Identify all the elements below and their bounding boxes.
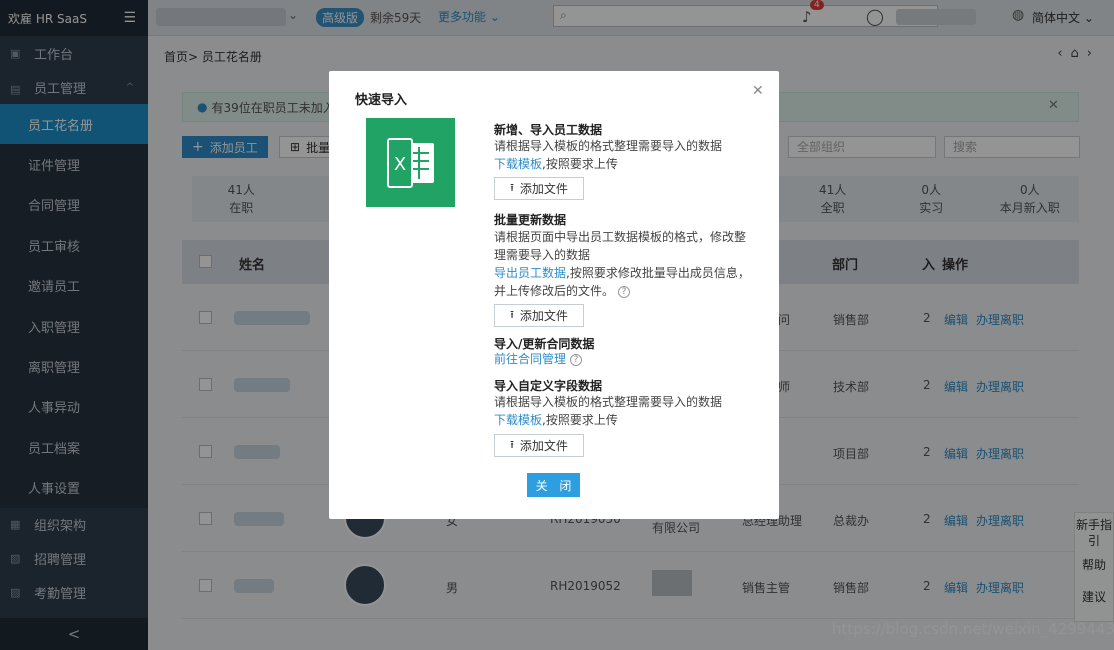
quick-import-modal: 快速导入 ✕ X 新增、导入员工数据 请根据导入模板的格式整理需要导入的数据 下… [329, 71, 779, 519]
section-custom-field-desc: 请根据导入模板的格式整理需要导入的数据 下载模板,按照要求上传 [494, 395, 723, 427]
upload-icon: ⭱ [510, 438, 514, 451]
add-file-button-1[interactable]: ⭱ 添加文件 [494, 177, 584, 200]
excel-icon: X [366, 118, 455, 207]
section-custom-field-title: 导入自定义字段数据 [494, 379, 603, 393]
download-template-link-2[interactable]: 下载模板 [494, 413, 542, 427]
export-data-link[interactable]: 导出员工数据 [494, 266, 566, 280]
section-contract-desc: 前往合同管理? [494, 350, 754, 368]
modal-title: 快速导入 [355, 93, 408, 108]
upload-icon: ⭱ [510, 181, 514, 194]
question-icon[interactable]: ? [618, 285, 631, 298]
section-new-import-title: 新增、导入员工数据 [494, 123, 603, 137]
upload-icon: ⭱ [510, 308, 514, 321]
close-icon[interactable]: ✕ [752, 83, 764, 99]
add-file-button-3[interactable]: ⭱ 添加文件 [494, 434, 584, 457]
add-file-button-2[interactable]: ⭱ 添加文件 [494, 304, 584, 327]
svg-text:X: X [393, 154, 405, 175]
contract-mgmt-link[interactable]: 前往合同管理 [494, 352, 566, 366]
section-batch-update-title: 批量更新数据 [494, 213, 567, 227]
download-template-link[interactable]: 下载模板 [494, 157, 542, 171]
close-button[interactable]: 关 闭 [527, 473, 580, 497]
section-new-import-desc: 请根据导入模板的格式整理需要导入的数据 下载模板,按照要求上传 [494, 139, 723, 171]
section-batch-update-desc: 请根据页面中导出员工数据模板的格式，修改整理需要导入的数据 导出员工数据,按照要… [494, 230, 750, 298]
question-icon[interactable]: ? [570, 353, 583, 366]
